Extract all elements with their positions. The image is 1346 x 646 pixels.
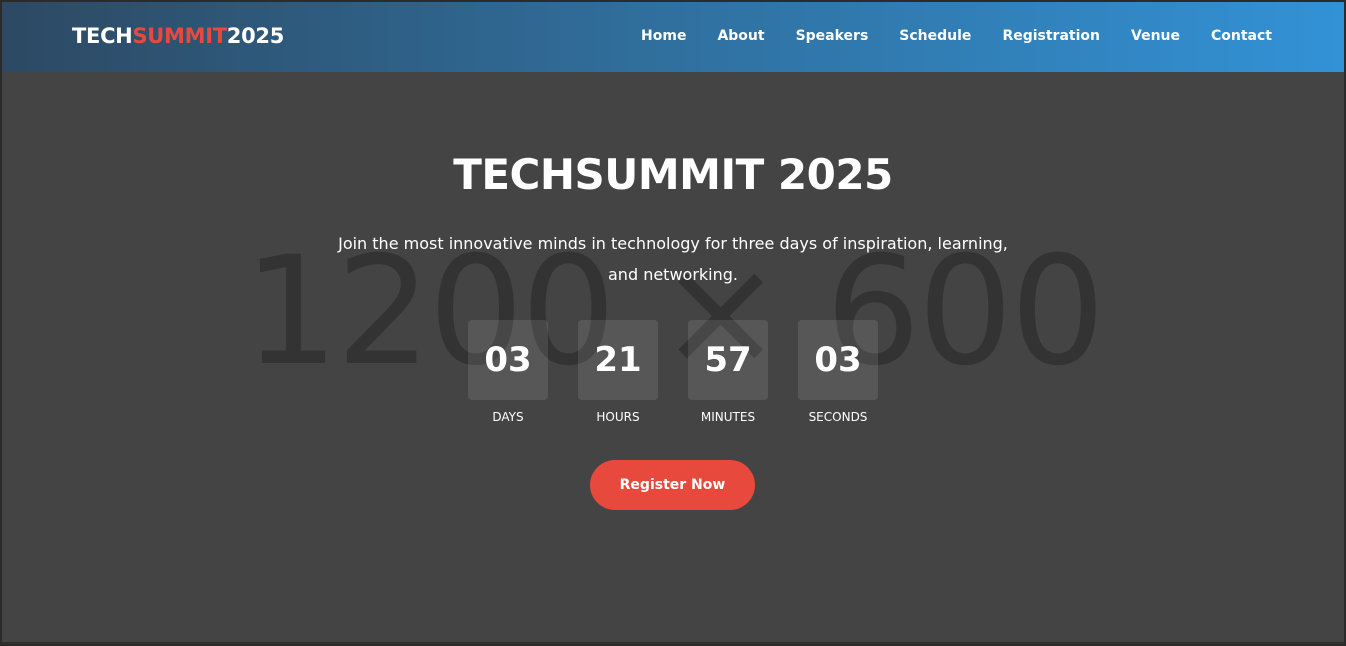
countdown-timer: 03 DAYS 21 HOURS 57 MINUTES 03 SECONDS	[468, 320, 878, 430]
hero-subtitle: Join the most innovative minds in techno…	[312, 228, 1034, 290]
hero-title: TECHSUMMIT 2025	[453, 150, 893, 199]
nav-link-home[interactable]: Home	[641, 28, 686, 44]
site-logo[interactable]: TECHSUMMIT2025	[72, 24, 284, 48]
countdown-hours-value: 21	[578, 320, 658, 400]
nav-link-about[interactable]: About	[717, 28, 764, 44]
nav-link-schedule[interactable]: Schedule	[899, 28, 971, 44]
countdown-hours-label: HOURS	[596, 410, 640, 424]
navbar: TECHSUMMIT2025 Home About Speakers Sched…	[2, 2, 1344, 72]
countdown-seconds: 03 SECONDS	[798, 320, 878, 424]
countdown-days-value: 03	[468, 320, 548, 400]
countdown-minutes-value: 57	[688, 320, 768, 400]
logo-text-year: 2025	[226, 24, 285, 48]
nav-link-registration[interactable]: Registration	[1002, 28, 1100, 44]
register-now-button[interactable]: Register Now	[590, 460, 755, 510]
nav-link-speakers[interactable]: Speakers	[796, 28, 869, 44]
logo-text-summit: SUMMIT	[132, 24, 227, 48]
countdown-seconds-label: SECONDS	[808, 410, 868, 424]
hero-subtitle-line-1: Join the most innovative minds in techno…	[338, 234, 1008, 253]
countdown-minutes-label: MINUTES	[700, 410, 756, 424]
hero-subtitle-line-2: and networking.	[608, 265, 738, 284]
nav-link-venue[interactable]: Venue	[1131, 28, 1180, 44]
countdown-days-label: DAYS	[492, 410, 524, 424]
countdown-hours: 21 HOURS	[578, 320, 658, 424]
nav-link-contact[interactable]: Contact	[1211, 28, 1272, 44]
countdown-seconds-value: 03	[798, 320, 878, 400]
logo-text-tech: TECH	[72, 24, 133, 48]
bottom-divider	[2, 642, 1344, 644]
countdown-minutes: 57 MINUTES	[688, 320, 768, 424]
page-frame: TECHSUMMIT2025 Home About Speakers Sched…	[2, 2, 1344, 644]
countdown-days: 03 DAYS	[468, 320, 548, 424]
main-nav: Home About Speakers Schedule Registratio…	[641, 28, 1272, 44]
